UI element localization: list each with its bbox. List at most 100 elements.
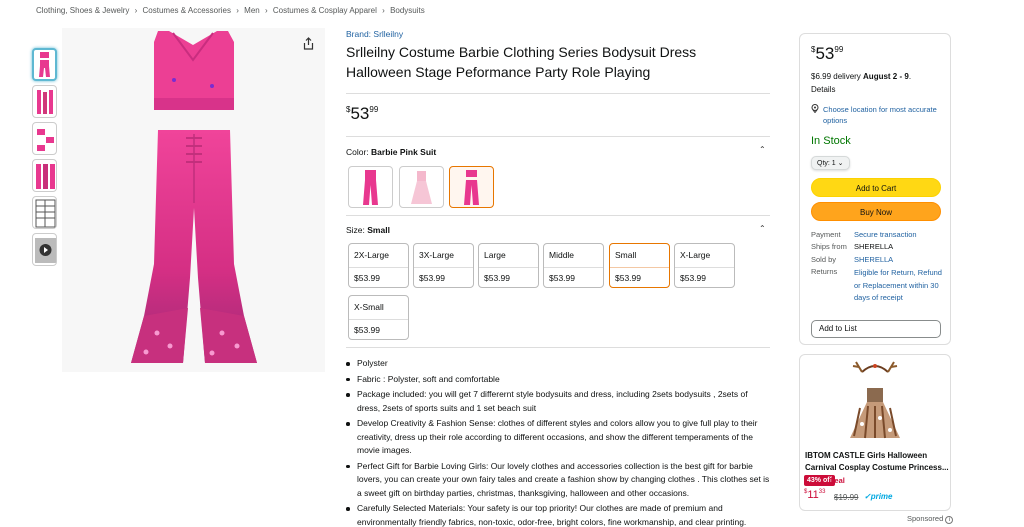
add-to-list-button[interactable]: Add to List <box>811 320 941 338</box>
thumbnail-5[interactable] <box>32 196 57 229</box>
details-link[interactable]: Details <box>811 85 835 94</box>
quantity-select[interactable]: Qty: 1 ⌄ <box>811 156 850 170</box>
price-fraction: 99 <box>369 105 379 114</box>
swatch-image-jumpsuit <box>363 170 378 205</box>
sold-by-link[interactable]: SHERELLA <box>854 255 893 264</box>
breadcrumb-separator: › <box>134 6 138 15</box>
swatch-image-bodysuit-set <box>464 170 479 205</box>
main-product-image[interactable] <box>62 28 325 372</box>
outfit-thumbnail-image <box>36 164 55 189</box>
size-option-price: $53.99 <box>544 267 603 283</box>
breadcrumb-separator: › <box>236 6 239 15</box>
price-symbol: $ <box>811 45 816 54</box>
size-selected-value: Small <box>367 225 390 235</box>
quantity-value: Qty: 1 <box>817 160 836 167</box>
color-label: Color: <box>346 147 372 157</box>
sponsored-product-title[interactable]: IBTOM CASTLE Girls Halloween Carnival Co… <box>805 450 950 474</box>
thumbnail-2[interactable] <box>32 85 57 118</box>
breadcrumb-item[interactable]: Clothing, Shoes & Jewelry <box>36 6 129 15</box>
prime-badge: ✓prime <box>864 492 893 501</box>
chevron-up-icon[interactable]: ⌃ <box>759 145 766 154</box>
size-option-price: $53.99 <box>414 267 473 283</box>
ships-from-value: SHERELLA <box>854 242 894 251</box>
thumbnail-4[interactable] <box>32 159 57 192</box>
divider <box>346 215 770 216</box>
delivery-prefix: $6.99 delivery <box>811 72 864 81</box>
size-chart-thumbnail-image <box>35 199 56 228</box>
size-option-price: $53.99 <box>479 267 538 283</box>
divider <box>346 347 770 348</box>
returns-label: Returns <box>811 267 838 276</box>
sponsored-label[interactable]: Sponsored i <box>907 514 954 524</box>
size-heading: Size: Small <box>346 225 390 235</box>
location-pin-icon <box>811 104 819 113</box>
breadcrumb-item[interactable]: Bodysuits <box>390 6 425 15</box>
price-fraction: 99 <box>834 45 844 54</box>
breadcrumb-item[interactable]: Men <box>244 6 260 15</box>
price-symbol: $ <box>346 105 351 114</box>
delivery-suffix: . <box>908 72 912 81</box>
size-option-price: $53.99 <box>675 267 734 283</box>
thumbnail-3[interactable] <box>32 122 57 155</box>
feature-bullet: Develop Creativity & Fashion Sense: clot… <box>346 417 770 458</box>
color-swatch-bodysuit-set[interactable] <box>449 166 494 208</box>
breadcrumb-item[interactable]: Costumes & Accessories <box>143 6 231 15</box>
size-option-price: $53.99 <box>349 267 408 283</box>
stock-status: In Stock <box>811 135 851 147</box>
size-option-small[interactable]: Small $53.99 <box>609 243 670 288</box>
brand-link[interactable]: Brand: Srlleilny <box>346 29 403 39</box>
add-to-cart-button[interactable]: Add to Cart <box>811 178 941 197</box>
feature-bullet: Carefully Selected Materials: Your safet… <box>346 502 770 527</box>
price-whole: 53 <box>350 104 370 123</box>
choose-location-link[interactable]: Choose location for most accurate option… <box>823 104 943 126</box>
size-option-3x-large[interactable]: 3X-Large $53.99 <box>413 243 474 288</box>
size-option-middle[interactable]: Middle $53.99 <box>543 243 604 288</box>
swatch-image-dress <box>411 171 432 204</box>
pink-bodysuit-image <box>131 31 257 363</box>
size-option-price: $53.99 <box>349 319 408 335</box>
thumbnail-video[interactable] <box>32 233 57 266</box>
outfit-thumbnail-image <box>37 90 53 114</box>
chevron-down-icon: ⌄ <box>837 160 844 167</box>
price-whole: 11 <box>807 489 819 501</box>
breadcrumb-item[interactable]: Costumes & Cosplay Apparel <box>273 6 377 15</box>
payment-value[interactable]: Secure transaction <box>854 230 917 239</box>
chevron-up-icon[interactable]: ⌃ <box>759 224 766 233</box>
product-title: Srlleilny Costume Barbie Clothing Series… <box>346 44 697 80</box>
ships-from-label: Ships from <box>811 242 847 251</box>
share-icon[interactable] <box>302 37 315 50</box>
thumbnail-1[interactable] <box>32 48 57 81</box>
sponsored-price: $1133 <box>804 489 825 501</box>
size-option-name: Middle <box>549 250 575 260</box>
color-heading: Color: Barbie Pink Suit <box>346 147 436 157</box>
color-selected-value: Barbie Pink Suit <box>371 147 437 157</box>
buy-now-button[interactable]: Buy Now <box>811 202 941 221</box>
buybox-price: $5399 <box>811 44 843 64</box>
video-thumbnail-image <box>35 238 56 263</box>
price-fraction: 33 <box>818 489 826 495</box>
divider <box>346 136 770 137</box>
delivery-dates: August 2 - 9 <box>863 72 909 81</box>
feature-bullet: Fabric : Polyster, soft and comfortable <box>346 373 770 387</box>
outfit-thumbnail-image <box>39 52 50 77</box>
breadcrumb: Clothing, Shoes & Jewelry › Costumes & A… <box>36 6 428 15</box>
size-option-price: $53.99 <box>610 267 669 283</box>
divider <box>346 93 770 94</box>
size-option-large[interactable]: Large $53.99 <box>478 243 539 288</box>
size-option-2x-large[interactable]: 2X-Large $53.99 <box>348 243 409 288</box>
feature-bullet: Polyster <box>346 357 770 371</box>
size-option-name: Large <box>484 250 506 260</box>
delivery-info: $6.99 delivery August 2 - 9. <box>811 72 911 81</box>
deal-label: Deal <box>829 476 845 485</box>
color-swatch-jumpsuit[interactable] <box>348 166 393 208</box>
size-option-name: X-Large <box>680 250 711 260</box>
feature-bullet: Perfect Gift for Barbie Loving Girls: Ou… <box>346 460 770 501</box>
returns-link[interactable]: Eligible for Return, Refund or Replaceme… <box>854 267 946 305</box>
size-option-name: 2X-Large <box>354 250 389 260</box>
color-swatch-dress[interactable] <box>399 166 444 208</box>
size-option-x-large[interactable]: X-Large $53.99 <box>674 243 735 288</box>
size-option-x-small[interactable]: X-Small $53.99 <box>348 295 409 340</box>
size-option-name: 3X-Large <box>419 250 454 260</box>
list-price: $19.99 <box>834 493 859 502</box>
outfit-thumbnail-image <box>37 129 54 151</box>
